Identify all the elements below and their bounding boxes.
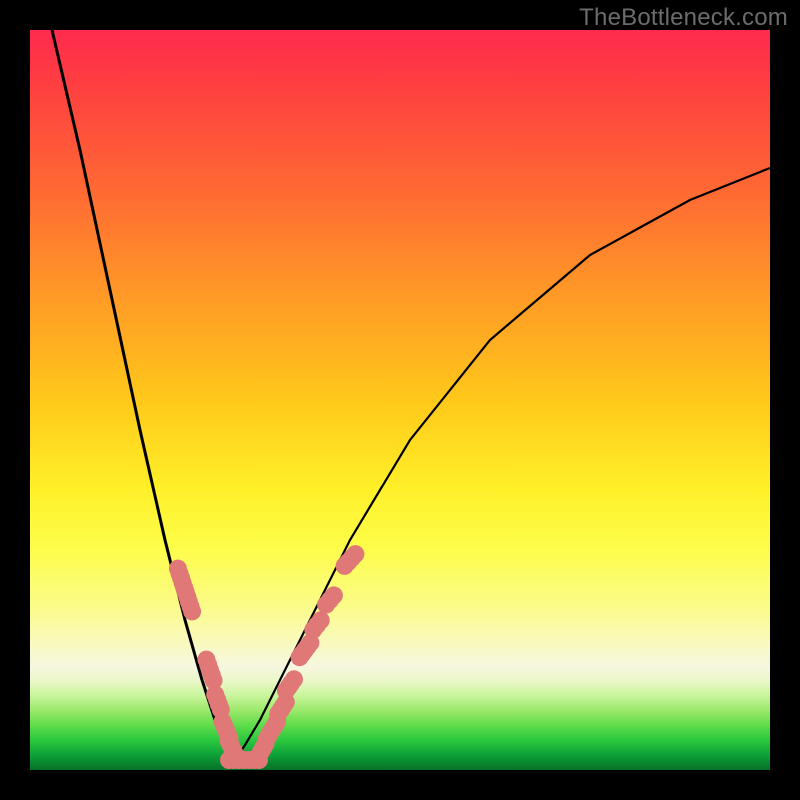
sample-dot (325, 586, 343, 604)
sample-dot (346, 545, 364, 563)
curve-svg (30, 30, 770, 770)
sample-dot (312, 611, 330, 629)
sample-dots-group (169, 545, 365, 769)
chart-frame: TheBottleneck.com (0, 0, 800, 800)
watermark-text: TheBottleneck.com (579, 4, 788, 32)
plot-area (30, 30, 770, 770)
right-branch-curve (235, 168, 770, 760)
sample-dot (285, 670, 303, 688)
left-branch-curve (52, 30, 235, 760)
sample-dot (183, 602, 201, 620)
